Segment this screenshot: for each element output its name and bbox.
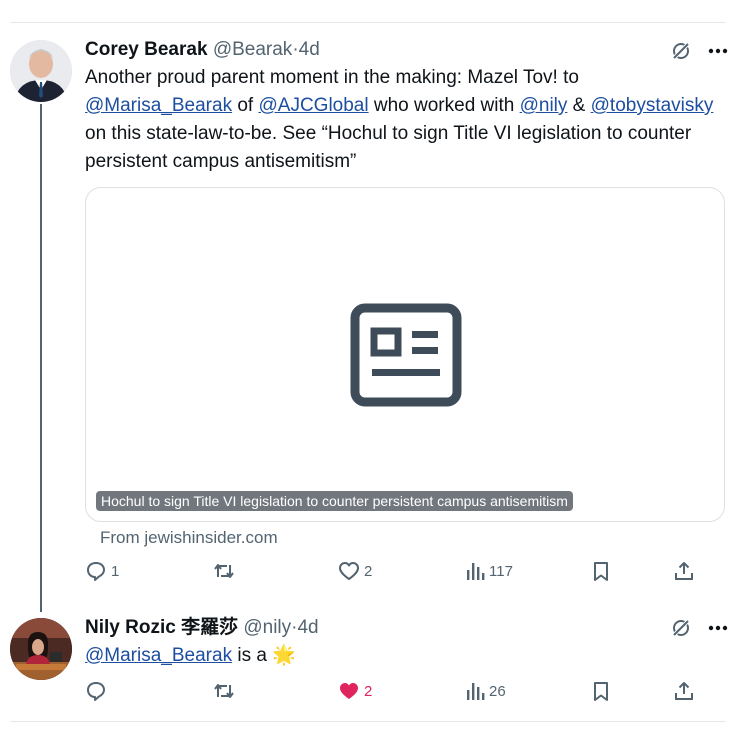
- tweet-header: Nily Rozic 李羅莎 @nily·4d: [85, 616, 319, 640]
- heart-filled-icon: [340, 683, 358, 699]
- article-icon: [350, 303, 462, 407]
- avatar[interactable]: [10, 40, 72, 102]
- like-button[interactable]: 2: [338, 560, 372, 582]
- reply-icon: [87, 682, 105, 701]
- tweet-actions: 2 26: [85, 680, 705, 706]
- tweet-top-actions: [670, 40, 728, 62]
- link-card[interactable]: Hochul to sign Title VI legislation to c…: [85, 187, 725, 522]
- tweet-text-segment: is a: [232, 645, 273, 666]
- author-handle[interactable]: @Bearak: [213, 39, 293, 60]
- author-name[interactable]: Nily Rozic 李羅莎: [85, 617, 238, 638]
- grok-icon[interactable]: [670, 40, 692, 62]
- bookmark-icon: [594, 682, 608, 701]
- repost-icon: [214, 564, 234, 578]
- author-name[interactable]: Corey Bearak: [85, 39, 208, 60]
- share-button[interactable]: [673, 560, 695, 582]
- like-count: 2: [364, 562, 373, 580]
- share-button[interactable]: [673, 680, 695, 702]
- tweet-text-segment: who worked with: [368, 95, 520, 116]
- avatar-portrait-image: [10, 40, 72, 102]
- mention-link[interactable]: @AJCGlobal: [258, 95, 368, 116]
- bookmark-icon: [594, 562, 608, 581]
- like-count: 2: [364, 682, 373, 700]
- divider-bottom: [10, 721, 726, 722]
- bookmark-button[interactable]: [591, 560, 611, 582]
- star-emoji-icon: 🌟: [272, 645, 296, 666]
- card-source[interactable]: From jewishinsider.com: [100, 528, 278, 548]
- views-button[interactable]: 26: [465, 680, 506, 702]
- like-button[interactable]: 2: [338, 680, 372, 702]
- tweet-header: Corey Bearak @Bearak·4d: [85, 38, 320, 62]
- repost-button[interactable]: [212, 560, 240, 582]
- repost-icon: [214, 684, 234, 698]
- author-handle[interactable]: @nily: [243, 617, 291, 638]
- tweet-text-segment: of: [232, 95, 259, 116]
- bookmark-button[interactable]: [591, 680, 611, 702]
- tweet-top-actions: [670, 617, 728, 639]
- reply-icon: [87, 562, 105, 581]
- thread-connector-line: [40, 104, 42, 612]
- grok-icon[interactable]: [670, 617, 692, 639]
- avatar-portrait-image: [10, 618, 72, 680]
- more-options-icon[interactable]: [708, 625, 728, 631]
- reply-button[interactable]: 1: [85, 560, 119, 582]
- share-icon: [675, 682, 693, 700]
- repost-button[interactable]: [212, 680, 240, 702]
- tweet-text: @Marisa_Bearak is a 🌟: [85, 642, 715, 670]
- tweet-age[interactable]: 4d: [299, 39, 320, 60]
- views-button[interactable]: 117: [465, 560, 513, 582]
- mention-link[interactable]: @nily: [520, 95, 568, 116]
- tweet-actions: 1 2 117: [85, 560, 705, 586]
- mention-link[interactable]: @tobystavisky: [591, 95, 714, 116]
- views-icon: [467, 683, 485, 700]
- tweet-text-segment: Another proud parent moment in the makin…: [85, 67, 579, 88]
- reply-button[interactable]: [85, 680, 111, 702]
- view-count: 26: [489, 682, 506, 700]
- divider-top: [10, 22, 726, 23]
- previous-tweet-actions: [0, 0, 750, 10]
- share-icon: [675, 562, 693, 580]
- tweet-text-segment: on this state-law-to-be. See “Hochul to …: [85, 123, 692, 172]
- reply-count: 1: [111, 562, 120, 580]
- views-icon: [467, 563, 485, 580]
- more-options-icon[interactable]: [708, 48, 728, 54]
- mention-link[interactable]: @Marisa_Bearak: [85, 645, 232, 666]
- tweet-text: Another proud parent moment in the makin…: [85, 64, 715, 176]
- tweet-age[interactable]: 4d: [297, 617, 318, 638]
- heart-outline-icon: [339, 562, 359, 580]
- avatar[interactable]: [10, 618, 72, 680]
- card-caption: Hochul to sign Title VI legislation to c…: [96, 491, 573, 511]
- tweet-text-segment: &: [567, 95, 591, 116]
- mention-link[interactable]: @Marisa_Bearak: [85, 95, 232, 116]
- view-count: 117: [489, 562, 513, 580]
